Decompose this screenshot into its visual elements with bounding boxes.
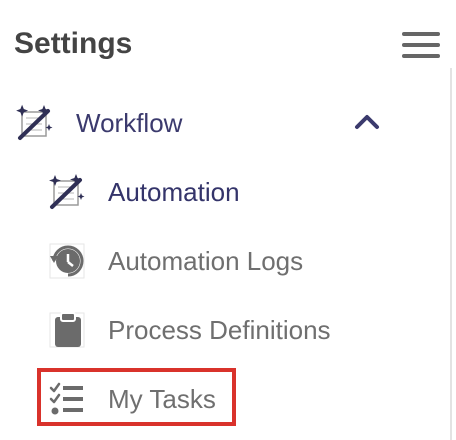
settings-panel: Settings Workflow Automation Automation … (0, 0, 456, 440)
hamburger-menu-icon-line (402, 43, 440, 47)
hamburger-menu-icon (402, 32, 440, 36)
panel-divider (450, 68, 452, 440)
sidebar-item-process-definitions[interactable]: Process Definitions (0, 301, 440, 359)
clipboard-icon (48, 311, 86, 349)
sidebar-item-label: Process Definitions (108, 315, 331, 345)
hamburger-menu-button[interactable] (398, 28, 444, 62)
hamburger-menu-icon-line (402, 54, 440, 58)
history-icon (48, 242, 86, 280)
sidebar-item-label: Automation (108, 177, 240, 207)
sidebar-item-workflow[interactable]: Workflow (0, 94, 440, 152)
highlight-box (37, 368, 236, 426)
chevron-up-icon[interactable] (354, 111, 380, 131)
settings-header: Settings (0, 0, 456, 90)
workflow-wand-icon (16, 104, 54, 142)
sidebar-item-label: Automation Logs (108, 246, 304, 276)
sidebar-item-label: Workflow (76, 108, 183, 138)
sidebar-item-automation[interactable]: Automation (0, 163, 440, 221)
sidebar-item-automation-logs[interactable]: Automation Logs (0, 232, 440, 290)
automation-wand-icon (48, 173, 86, 211)
page-title: Settings (14, 27, 133, 60)
